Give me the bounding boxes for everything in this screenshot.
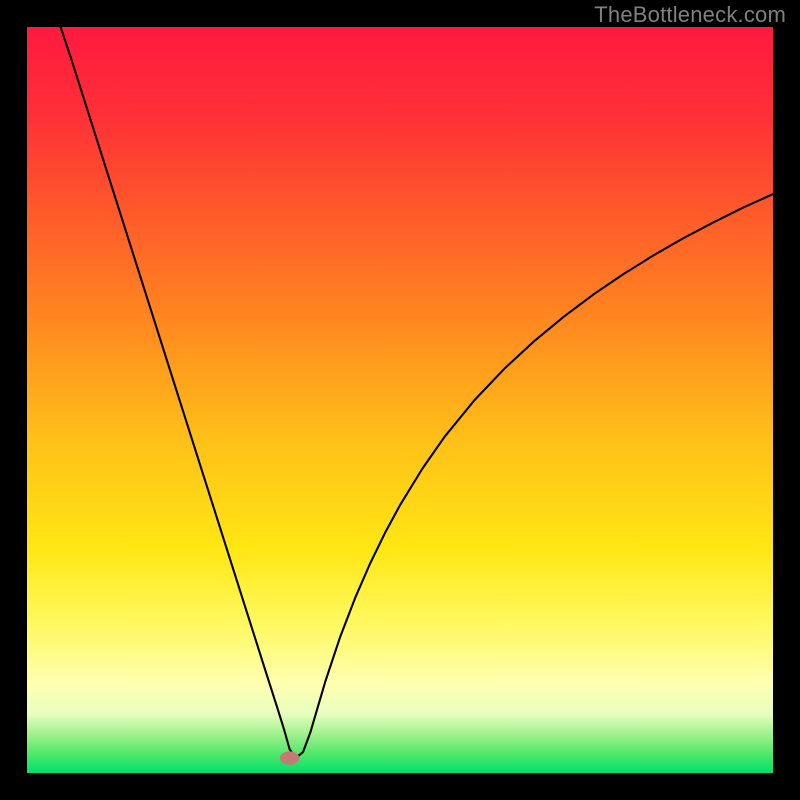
chart-svg [27,27,773,773]
chart-frame: TheBottleneck.com [0,0,800,800]
watermark-text: TheBottleneck.com [594,2,786,28]
optimal-point-marker [280,751,299,764]
chart-plot-area [27,27,773,773]
chart-background [27,27,773,773]
